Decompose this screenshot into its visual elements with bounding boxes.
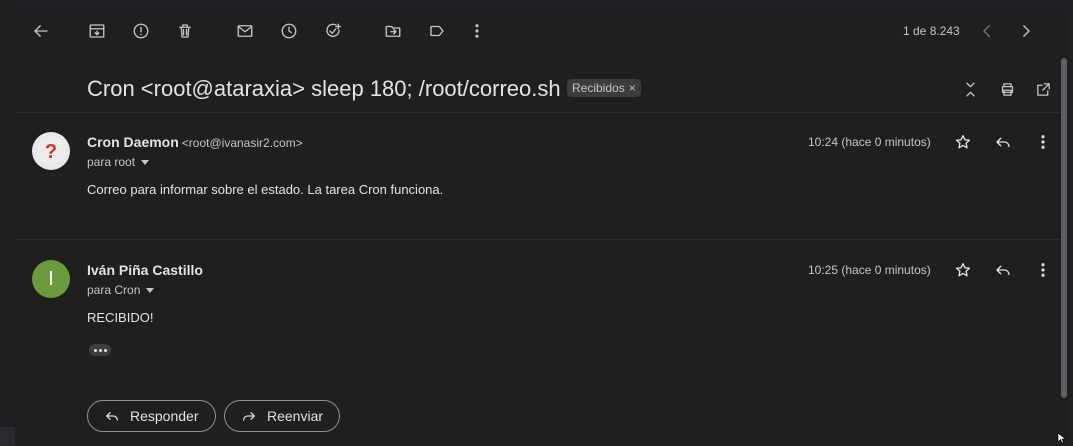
toolbar: 1 de 8.243: [15, 6, 1069, 56]
print-icon[interactable]: [996, 78, 1018, 100]
delete-icon[interactable]: [173, 19, 197, 43]
snooze-icon[interactable]: [277, 19, 301, 43]
scrollbar-thumb[interactable]: [1061, 58, 1067, 398]
reply-icon[interactable]: [991, 130, 1015, 154]
reply-button[interactable]: Responder: [87, 400, 216, 432]
avatar-glyph: ?: [45, 141, 57, 163]
message-time: 10:24 (hace 0 minutos): [808, 135, 931, 149]
sender-email: <root@ivanasir2.com>: [181, 136, 303, 150]
pager-count: 1 de 8.243: [903, 24, 960, 38]
collapse-all-icon[interactable]: [959, 78, 981, 100]
reply-icon: [106, 412, 118, 421]
subject-row: Cron <root@ataraxia> sleep 180; /root/co…: [15, 56, 1059, 113]
caret-down-icon: [146, 287, 155, 293]
email-subject: Cron <root@ataraxia> sleep 180; /root/co…: [87, 76, 561, 101]
back-icon[interactable]: [29, 19, 53, 43]
recipient-details[interactable]: para Cron: [87, 283, 155, 297]
caret-down-icon: [141, 159, 150, 165]
forward-icon: [243, 412, 255, 421]
recipient-line: para root: [87, 155, 136, 169]
message-1: ? Cron Daemon <root@ivanasir2.com> para r…: [15, 112, 1059, 240]
forward-button-label: Reenviar: [267, 408, 324, 424]
label-icon[interactable]: [425, 19, 449, 43]
star-icon[interactable]: [951, 258, 975, 282]
message-2: I Iván Piña Castillo para Cron RECIBIDO!…: [15, 240, 1059, 446]
email-panel: 1 de 8.243 Cron <root@ataraxia> sleep 18…: [15, 6, 1069, 446]
star-icon[interactable]: [951, 130, 975, 154]
recipient-details[interactable]: para root: [87, 155, 150, 169]
message-body: RECIBIDO!: [87, 310, 154, 325]
reply-button-label: Responder: [130, 408, 199, 424]
outer-left-strip: [0, 0, 15, 446]
remove-label-icon[interactable]: ×: [629, 81, 636, 95]
message-body: Correo para informar sobre el estado. La…: [87, 182, 444, 197]
add-task-icon[interactable]: [321, 19, 345, 43]
open-new-window-icon[interactable]: [1032, 78, 1054, 100]
sender: Iván Piña Castillo: [87, 262, 203, 280]
archive-icon[interactable]: [85, 19, 109, 43]
reply-icon[interactable]: [991, 258, 1015, 282]
scrollbar[interactable]: [1059, 56, 1069, 446]
sender: Cron Daemon <root@ivanasir2.com>: [87, 134, 303, 152]
report-spam-icon[interactable]: [129, 19, 153, 43]
more-icon[interactable]: [465, 19, 489, 43]
show-trimmed-content-button[interactable]: [89, 344, 111, 356]
sender-name[interactable]: Cron Daemon: [87, 134, 179, 150]
mouse-cursor-icon: [1057, 432, 1067, 444]
recipient-line: para Cron: [87, 283, 141, 297]
move-to-icon[interactable]: [381, 19, 405, 43]
avatar-unknown: ?: [32, 132, 70, 170]
older-icon[interactable]: [1014, 19, 1038, 43]
avatar[interactable]: I: [32, 260, 70, 298]
more-icon[interactable]: [1031, 258, 1055, 282]
forward-button[interactable]: Reenviar: [224, 400, 341, 432]
label-chip-text: Recibidos: [572, 81, 625, 95]
mark-unread-icon[interactable]: [233, 19, 257, 43]
newer-icon[interactable]: [975, 19, 999, 43]
sender-name[interactable]: Iván Piña Castillo: [87, 262, 203, 278]
label-chip: Recibidos ×: [567, 79, 641, 97]
message-time: 10:25 (hace 0 minutos): [808, 263, 931, 277]
more-icon[interactable]: [1031, 130, 1055, 154]
unknown-sender-icon: ?: [37, 135, 65, 167]
